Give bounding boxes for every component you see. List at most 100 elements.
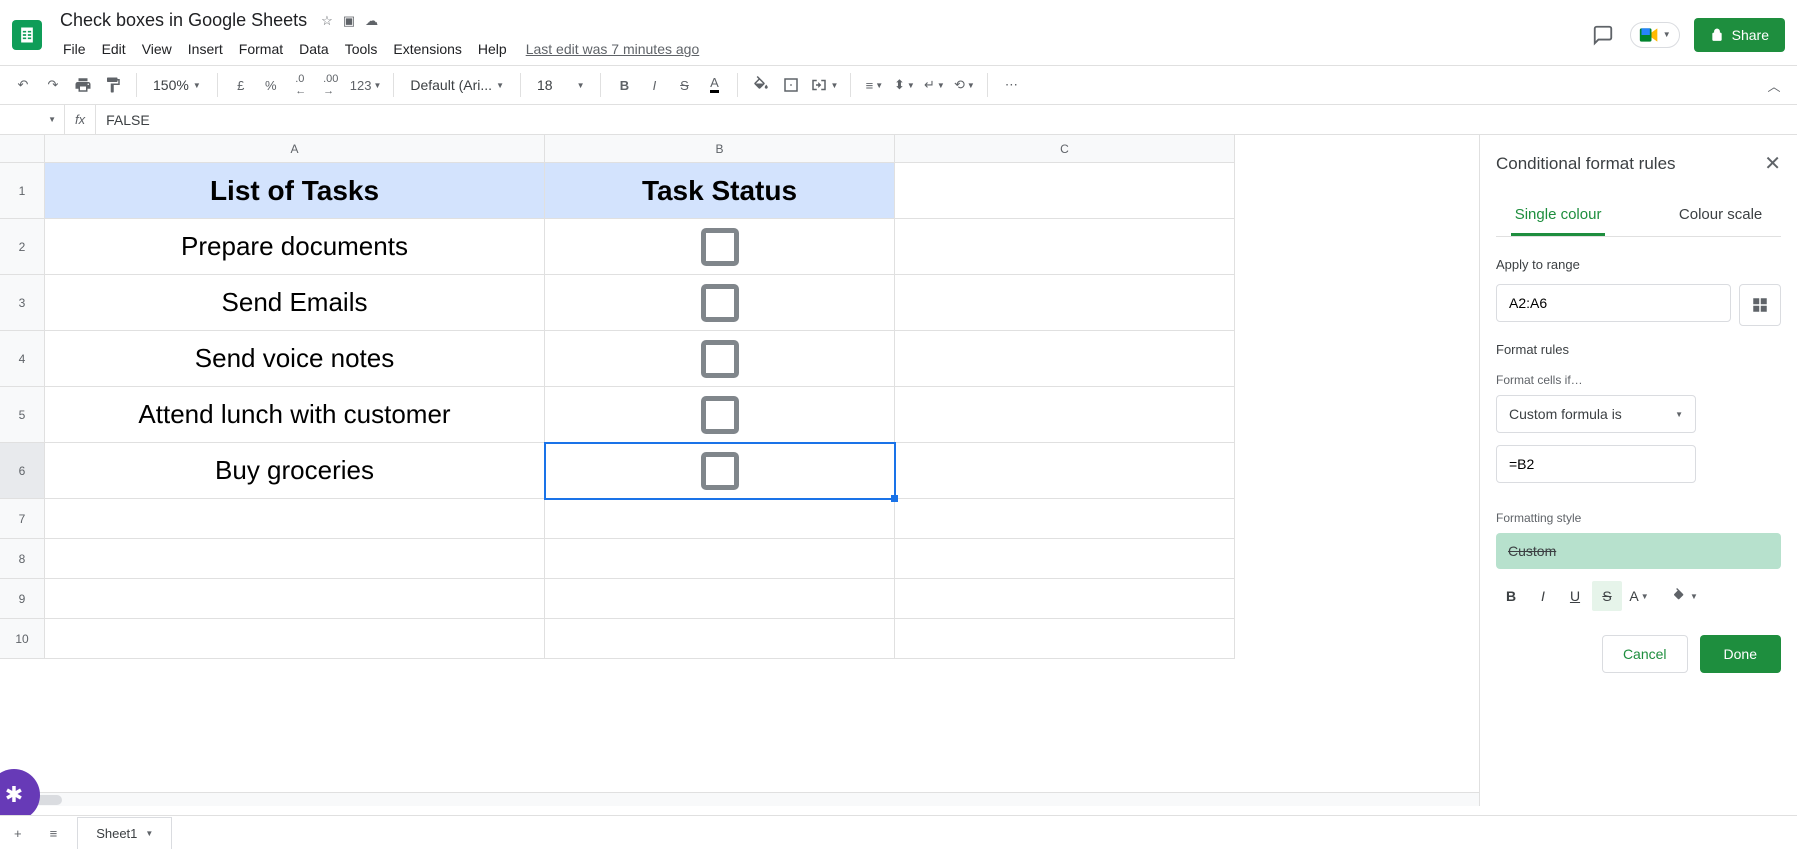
sheet-tab-1[interactable]: Sheet1▼ [77,817,172,849]
cell-a5[interactable]: Attend lunch with customer [45,387,545,443]
cell-c2[interactable] [895,219,1235,275]
menu-file[interactable]: File [56,37,93,61]
rule-condition-select[interactable]: Custom formula is▼ [1496,395,1696,433]
document-title[interactable]: Check boxes in Google Sheets [56,8,311,33]
menu-help[interactable]: Help [471,37,514,61]
cell-b8[interactable] [545,539,895,579]
merge-button[interactable]: ▼ [808,72,840,98]
cell-b1[interactable]: Task Status [545,163,895,219]
borders-button[interactable] [778,72,804,98]
cell-b2[interactable] [545,219,895,275]
name-box[interactable]: ▼ [0,105,65,134]
row-header-1[interactable]: 1 [0,163,45,219]
row-header-10[interactable]: 10 [0,619,45,659]
row-header-2[interactable]: 2 [0,219,45,275]
column-header-a[interactable]: A [45,135,545,163]
menu-data[interactable]: Data [292,37,336,61]
cell-b4[interactable] [545,331,895,387]
custom-formula-input[interactable] [1496,445,1696,483]
cell-c10[interactable] [895,619,1235,659]
italic-button[interactable]: I [641,72,667,98]
font-size-select[interactable]: 18▼ [531,77,591,93]
cell-c7[interactable] [895,499,1235,539]
cell-b3[interactable] [545,275,895,331]
tab-single-colour[interactable]: Single colour [1511,196,1606,236]
formula-input[interactable]: FALSE [96,112,1797,128]
currency-button[interactable]: £ [228,72,254,98]
cell-b10[interactable] [545,619,895,659]
cell-a3[interactable]: Send Emails [45,275,545,331]
wrap-button[interactable]: ↵▼ [921,72,947,98]
cell-b5[interactable] [545,387,895,443]
cell-a7[interactable] [45,499,545,539]
menu-edit[interactable]: Edit [95,37,133,61]
star-icon[interactable]: ☆ [321,13,333,29]
tab-colour-scale[interactable]: Colour scale [1675,196,1766,236]
horizontal-scrollbar[interactable] [0,792,1479,806]
strikethrough-button[interactable]: S [671,72,697,98]
row-header-6[interactable]: 6 [0,443,45,499]
cell-c9[interactable] [895,579,1235,619]
checkbox-icon[interactable] [701,452,739,490]
row-header-5[interactable]: 5 [0,387,45,443]
checkbox-icon[interactable] [701,396,739,434]
row-header-7[interactable]: 7 [0,499,45,539]
cell-a10[interactable] [45,619,545,659]
cell-c4[interactable] [895,331,1235,387]
percent-button[interactable]: % [258,72,284,98]
move-icon[interactable]: ▣ [343,13,355,29]
cell-c1[interactable] [895,163,1235,219]
cell-a4[interactable]: Send voice notes [45,331,545,387]
format-italic-button[interactable]: I [1528,581,1558,611]
bold-button[interactable]: B [611,72,637,98]
range-input[interactable] [1496,284,1731,322]
menu-format[interactable]: Format [232,37,290,61]
undo-button[interactable]: ↶ [10,72,36,98]
last-edit-link[interactable]: Last edit was 7 minutes ago [526,41,700,57]
row-header-8[interactable]: 8 [0,539,45,579]
increase-decimal-button[interactable]: .00→ [318,72,344,98]
collapse-toolbar-button[interactable]: ︿ [1761,72,1787,98]
cell-a6[interactable]: Buy groceries [45,443,545,499]
cell-b7[interactable] [545,499,895,539]
fill-color-button[interactable] [748,72,774,98]
cell-b6[interactable] [545,443,895,499]
menu-extensions[interactable]: Extensions [386,37,468,61]
number-format-button[interactable]: 123▼ [348,72,384,98]
cell-c5[interactable] [895,387,1235,443]
format-text-color-button[interactable]: A▼ [1624,581,1654,611]
select-all-corner[interactable] [0,135,45,163]
all-sheets-button[interactable]: ≡ [36,816,72,851]
cell-c6[interactable] [895,443,1235,499]
cell-c8[interactable] [895,539,1235,579]
add-sheet-button[interactable]: + [0,816,36,851]
text-color-button[interactable]: A [701,72,727,98]
cell-a8[interactable] [45,539,545,579]
row-header-3[interactable]: 3 [0,275,45,331]
menu-tools[interactable]: Tools [338,37,385,61]
format-strikethrough-button[interactable]: S [1592,581,1622,611]
comments-icon[interactable] [1590,22,1616,48]
paint-format-button[interactable] [100,72,126,98]
zoom-select[interactable]: 150%▼ [147,77,207,93]
row-header-4[interactable]: 4 [0,331,45,387]
print-button[interactable] [70,72,96,98]
cell-c3[interactable] [895,275,1235,331]
sheets-icon[interactable] [12,20,42,50]
cancel-button[interactable]: Cancel [1602,635,1688,673]
checkbox-icon[interactable] [701,340,739,378]
format-underline-button[interactable]: U [1560,581,1590,611]
row-header-9[interactable]: 9 [0,579,45,619]
menu-view[interactable]: View [135,37,179,61]
valign-button[interactable]: ⬍▼ [891,72,917,98]
cloud-icon[interactable]: ☁ [365,13,378,29]
cell-a9[interactable] [45,579,545,619]
font-select[interactable]: Default (Ari...▼ [404,77,510,93]
done-button[interactable]: Done [1700,635,1781,673]
format-fill-color-button[interactable]: ▼ [1670,581,1700,611]
redo-button[interactable]: ↷ [40,72,66,98]
column-header-b[interactable]: B [545,135,895,163]
rotate-button[interactable]: ⟲▼ [951,72,977,98]
share-button[interactable]: Share [1694,18,1785,52]
meet-button[interactable]: ▼ [1630,22,1680,48]
